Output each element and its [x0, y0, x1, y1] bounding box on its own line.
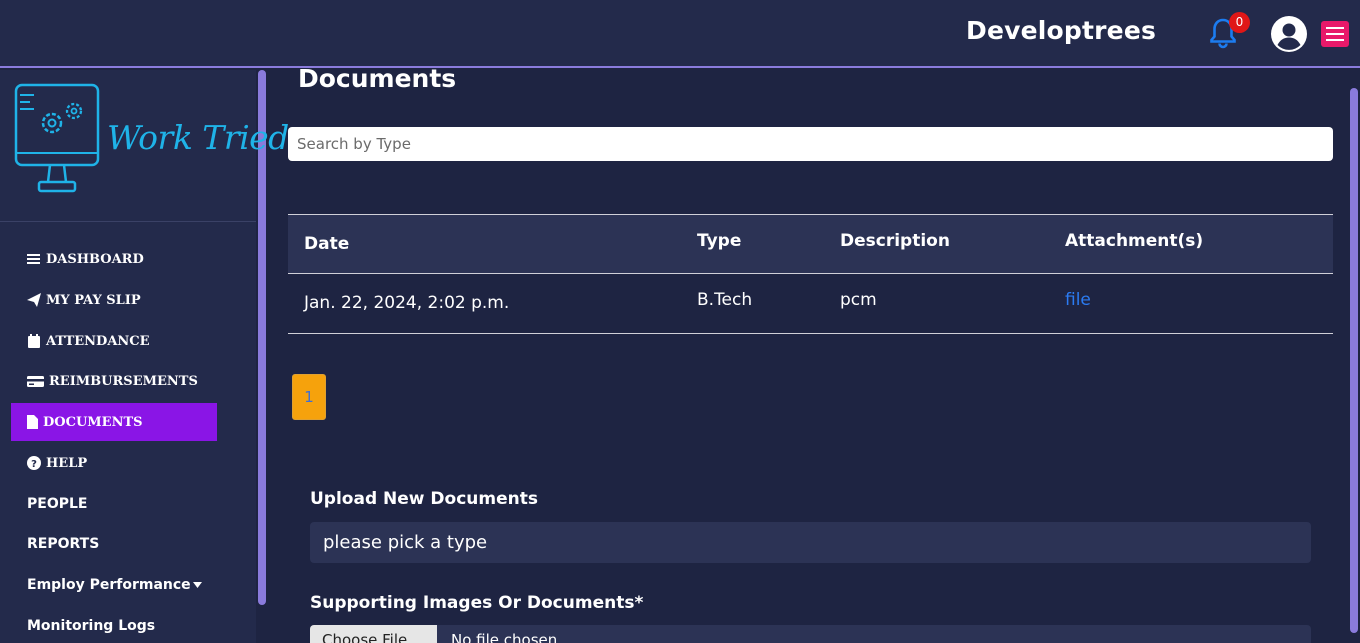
caret-down-icon [192, 582, 202, 588]
file-icon [27, 415, 38, 429]
sidebar-item-dashboard[interactable]: DASHBOARD [11, 240, 217, 278]
column-header-date: Date [304, 234, 350, 254]
sidebar-item-label: Monitoring Logs [27, 618, 156, 634]
sidebar-item-label: PEOPLE [27, 496, 88, 512]
upload-heading: Upload New Documents [310, 489, 538, 509]
top-bar: Developtrees 0 [0, 0, 1360, 68]
sidebar-item-label: ATTENDANCE [46, 333, 150, 349]
column-header-type: Type [697, 231, 742, 251]
menu-line [1326, 33, 1344, 35]
sidebar-item-people[interactable]: PEOPLE [11, 485, 217, 523]
sidebar-item-label: DOCUMENTS [43, 414, 143, 430]
calendar-icon [28, 334, 40, 348]
credit-card-icon [27, 376, 44, 387]
main-scrollbar[interactable] [1348, 70, 1360, 643]
bars-icon [27, 254, 40, 264]
sidebar-item-label: HELP [46, 455, 88, 471]
cell-description: pcm [840, 290, 877, 310]
search-input[interactable] [288, 127, 1333, 161]
sidebar-item-my-pay-slip[interactable]: MY PAY SLIP [11, 281, 217, 319]
brand-name: Developtrees [966, 16, 1157, 45]
column-header-attachments: Attachment(s) [1065, 231, 1204, 251]
pagination-page-button[interactable]: 1 [292, 374, 326, 420]
sidebar-item-reimbursements[interactable]: REIMBURSEMENTS [11, 362, 217, 400]
sidebar-item-label: REIMBURSEMENTS [49, 373, 198, 389]
hamburger-menu-button[interactable] [1321, 21, 1349, 47]
menu-line [1326, 39, 1344, 41]
sidebar-item-employ-performance[interactable]: Employ Performance [11, 566, 251, 604]
sidebar-item-monitoring-logs[interactable]: Monitoring Logs [11, 607, 217, 643]
column-header-description: Description [840, 231, 950, 251]
sidebar-item-label: Employ Performance [27, 577, 191, 593]
table-row: Jan. 22, 2024, 2:02 p.m. B.Tech pcm file [288, 274, 1333, 334]
logo-text: Work Tried [107, 118, 289, 157]
attachment-link[interactable]: file [1065, 290, 1091, 310]
main-scroll-thumb[interactable] [1350, 88, 1358, 633]
menu-line [1326, 27, 1344, 29]
sidebar-item-reports[interactable]: REPORTS [11, 525, 217, 563]
cell-type: B.Tech [697, 290, 753, 310]
sidebar-item-label: DASHBOARD [46, 251, 144, 267]
sidebar-divider [0, 221, 256, 222]
table-header: Date Type Description Attachment(s) [288, 214, 1333, 274]
document-type-select[interactable]: please pick a type [310, 522, 1311, 563]
sidebar-item-help[interactable]: ? HELP [11, 444, 217, 482]
choose-file-button[interactable]: Choose File [310, 625, 437, 643]
supporting-documents-label: Supporting Images Or Documents* [310, 593, 644, 613]
notification-badge: 0 [1229, 12, 1250, 33]
documents-table: Date Type Description Attachment(s) Jan.… [288, 214, 1333, 334]
sidebar-item-label: MY PAY SLIP [46, 292, 141, 308]
question-circle-icon: ? [27, 456, 41, 470]
file-upload-field[interactable]: Choose File No file chosen [310, 625, 1311, 643]
user-avatar-icon[interactable] [1271, 16, 1307, 52]
sidebar-item-label: REPORTS [27, 536, 100, 552]
sidebar-item-attendance[interactable]: ATTENDANCE [11, 322, 217, 360]
page-title: Documents [298, 64, 457, 93]
paper-plane-icon [27, 293, 41, 307]
cell-date: Jan. 22, 2024, 2:02 p.m. [304, 293, 510, 313]
sidebar-item-documents[interactable]: DOCUMENTS [11, 403, 217, 441]
file-status-text: No file chosen [451, 631, 558, 643]
svg-text:?: ? [31, 459, 37, 470]
